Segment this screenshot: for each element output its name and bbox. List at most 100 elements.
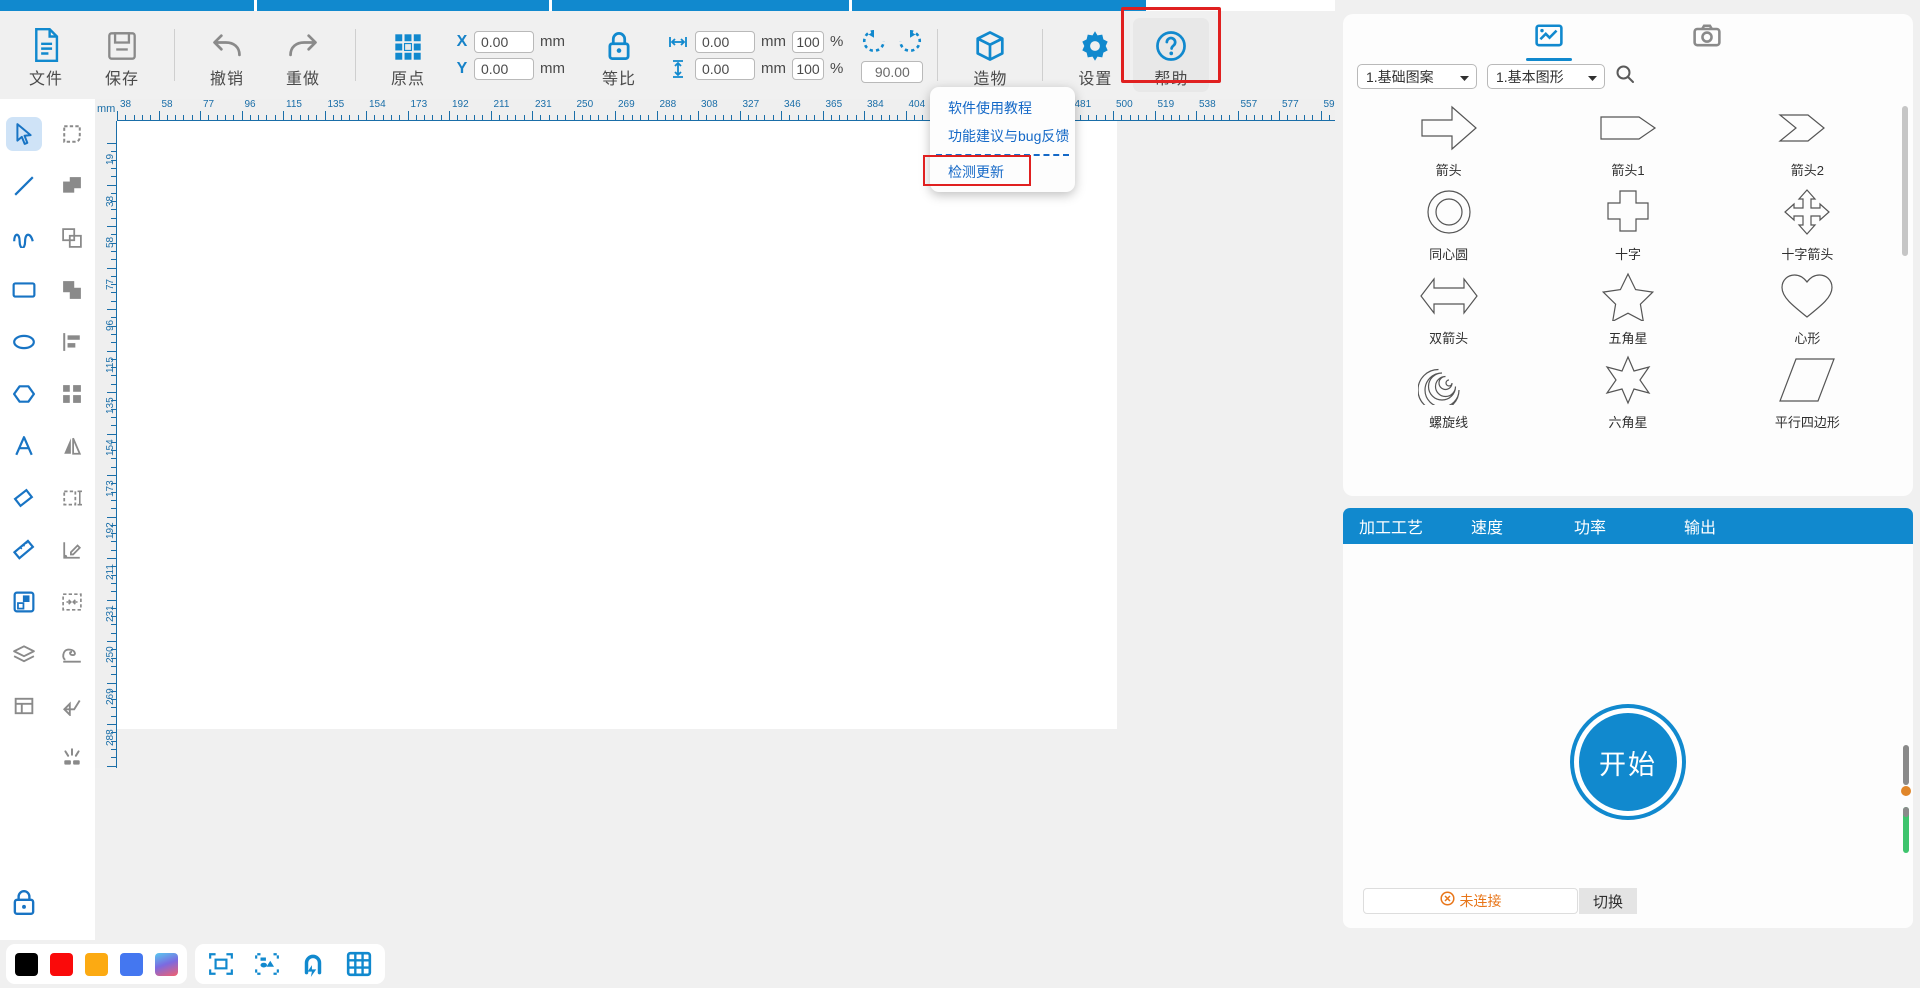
subtract-tool[interactable] (48, 212, 96, 264)
ruler-tick (905, 111, 907, 120)
select-frame-icon[interactable] (204, 949, 238, 979)
select-objects-icon[interactable] (250, 949, 284, 979)
intersect-shapes-icon (54, 273, 90, 307)
color-gradient[interactable] (155, 952, 178, 976)
spark-tool[interactable] (48, 732, 96, 784)
offset-tool[interactable] (48, 524, 96, 576)
lock-ratio-button[interactable]: 等比 (581, 18, 657, 92)
rotate-ccw-icon[interactable] (861, 28, 887, 59)
save-button[interactable]: 保存 (84, 18, 160, 92)
x-position-input[interactable]: 0.00 (474, 30, 534, 53)
rotate-angle-input[interactable]: 90.00 (861, 60, 924, 83)
fit-tool[interactable] (48, 576, 96, 628)
switch-button[interactable]: 切换 (1579, 888, 1637, 914)
lock-canvas-button[interactable] (0, 880, 48, 928)
top-tab-3[interactable] (551, 0, 849, 11)
ruler-tool[interactable] (0, 524, 48, 576)
bottom-toolbar (0, 940, 1335, 988)
line-tool[interactable] (0, 160, 48, 212)
vertical-ruler[interactable]: 19 38 58 77 96 115 135 154 173 192 211 231 250 269 288… (95, 121, 117, 768)
toolbar-separator-4 (1042, 29, 1044, 81)
x-axis-label: X (456, 32, 468, 50)
top-tab-2[interactable] (257, 0, 549, 11)
y-position-input[interactable]: 0.00 (474, 57, 534, 80)
search-icon[interactable] (1615, 64, 1635, 89)
arrow-pentagon-shape (1597, 97, 1659, 159)
height-percent-input[interactable]: 100 (792, 57, 824, 80)
shape-item[interactable]: 五角星 (1538, 265, 1717, 347)
rotate3d-tool[interactable] (48, 680, 96, 732)
eraser-tool[interactable] (0, 472, 48, 524)
curve-tool[interactable] (0, 212, 48, 264)
menu-item-check-update[interactable]: 检测更新 (930, 158, 1075, 186)
color-blue[interactable] (120, 952, 143, 976)
text-tool[interactable] (0, 420, 48, 472)
node-edit-tool[interactable] (48, 108, 96, 160)
file-button[interactable]: 文件 (8, 18, 84, 92)
shape-item[interactable]: 双箭头 (1359, 265, 1538, 347)
shape-item[interactable]: 十字箭头 (1718, 181, 1897, 263)
shape-item[interactable]: 箭头 (1359, 97, 1538, 179)
shape-item[interactable]: 箭头1 (1538, 97, 1717, 179)
camera-tab[interactable] (1678, 23, 1736, 61)
redo-button[interactable]: 重做 (265, 18, 341, 92)
measure-size-tool[interactable] (48, 472, 96, 524)
start-button[interactable]: 开始 (1574, 708, 1682, 816)
grid-icon[interactable] (342, 949, 376, 979)
polygon-tool[interactable] (0, 368, 48, 420)
rotate-cw-icon[interactable] (897, 28, 923, 59)
menu-item-tutorial[interactable]: 软件使用教程 (930, 94, 1075, 122)
shape-item[interactable]: 六角星 (1538, 349, 1717, 431)
shape-item[interactable]: 箭头2 (1718, 97, 1897, 179)
ruler-tick (107, 184, 116, 186)
canvas-area[interactable] (117, 121, 1335, 768)
horizontal-ruler[interactable]: 38 58 77 96 115 135 154 173 192 211 231 250 269 288 30… (95, 99, 1335, 121)
shape-item[interactable]: 同心圆 (1359, 181, 1538, 263)
top-tab-1[interactable] (0, 0, 255, 11)
frame-tool[interactable] (0, 680, 48, 732)
bitmap-tool[interactable] (0, 576, 48, 628)
app-window: 文件 保存 撤销 重做 原点 X 0.00 mm Y 0.00 mm 等比 0.… (0, 0, 1920, 988)
undo-button[interactable]: 撤销 (189, 18, 265, 92)
magnet-snap-icon[interactable] (296, 949, 330, 979)
layers-tool[interactable] (0, 628, 48, 680)
intersect-tool[interactable] (48, 264, 96, 316)
align-tool[interactable] (48, 316, 96, 368)
process-table-header: 加工工艺 速度 功率 输出 (1343, 508, 1913, 544)
spark-icon (54, 741, 90, 775)
top-tab-4[interactable] (851, 0, 1147, 11)
color-red[interactable] (50, 952, 73, 976)
distribute-tool[interactable] (48, 368, 96, 420)
shape-item-label: 同心圆 (1429, 247, 1469, 262)
help-button[interactable]: 帮助 (1133, 18, 1210, 92)
color-orange[interactable] (85, 952, 108, 976)
menu-item-feedback[interactable]: 功能建议与bug反馈 (930, 122, 1075, 150)
worksheet[interactable] (117, 121, 1117, 729)
width-percent-input[interactable]: 100 (792, 30, 824, 53)
library-scrollbar-thumb[interactable] (1902, 106, 1908, 256)
select-tool[interactable] (0, 108, 48, 160)
shape-item[interactable]: 心形 (1718, 265, 1897, 347)
width-input[interactable]: 0.00 (695, 30, 755, 53)
union-tool[interactable] (48, 160, 96, 212)
height-input[interactable]: 0.00 (695, 57, 755, 80)
library-scrollbar[interactable] (1902, 106, 1908, 486)
subcategory-select[interactable]: 1.基本图形 (1487, 64, 1605, 89)
stamp-tool[interactable] (48, 628, 96, 680)
connection-status[interactable]: 未连接 (1363, 888, 1578, 914)
ellipse-tool[interactable] (0, 316, 48, 368)
rectangle-tool[interactable] (0, 264, 48, 316)
mirror-tool[interactable] (48, 420, 96, 472)
settings-label: 设置 (1078, 70, 1113, 88)
shape-item[interactable]: 平行四边形 (1718, 349, 1897, 431)
ruler-tick (656, 111, 658, 120)
color-black[interactable] (15, 952, 38, 976)
settings-button[interactable]: 设置 (1057, 18, 1133, 92)
origin-button[interactable]: 原点 (370, 18, 446, 92)
make-button[interactable]: 造物 (952, 18, 1028, 92)
col-speed: 速度 (1470, 520, 1503, 537)
shape-item[interactable]: 螺旋线 (1359, 349, 1538, 431)
category-select[interactable]: 1.基础图案 (1357, 64, 1477, 89)
shapes-tab[interactable] (1520, 23, 1578, 61)
shape-item[interactable]: 十字 (1538, 181, 1717, 263)
